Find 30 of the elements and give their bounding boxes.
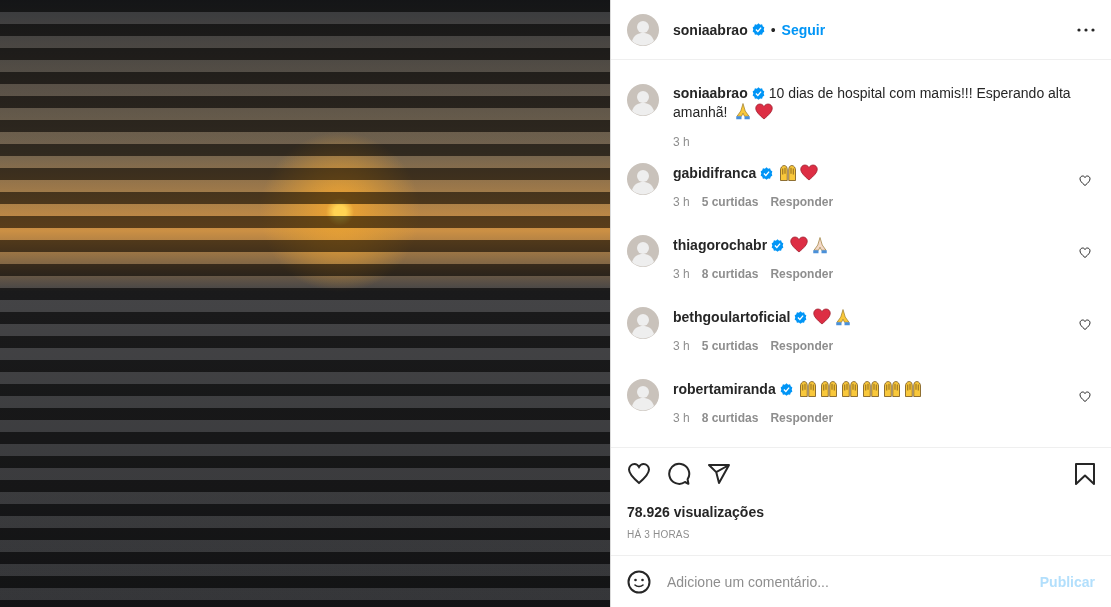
like-heart-icon[interactable] [627, 462, 651, 486]
more-options-icon[interactable] [1077, 27, 1095, 32]
comment-input-field[interactable]: Adicione um comentário... [665, 572, 1026, 591]
separator-dot: • [770, 21, 776, 38]
reply-link[interactable]: Responder [770, 411, 834, 425]
post-date: HÁ 3 HORAS [627, 529, 691, 540]
username-link[interactable]: gabidifranca [673, 165, 757, 181]
username-link[interactable]: bethgoulartoficial [673, 309, 791, 325]
username-link[interactable]: soniaabrao [673, 21, 748, 38]
post-time: 3 h [673, 135, 690, 149]
likes-count-link[interactable]: 5 curtidas [701, 339, 759, 353]
emoji-smiley-icon[interactable] [627, 569, 651, 594]
likes-count-link[interactable]: 8 curtidas [701, 411, 759, 425]
likes-count-link[interactable]: 5 curtidas [701, 195, 759, 209]
comment-icon[interactable] [667, 462, 691, 486]
likes-count-link[interactable]: 8 curtidas [701, 267, 759, 281]
comment-time: 3 h [673, 267, 690, 281]
views-count: 78.926 visualizações [627, 504, 765, 520]
follow-link[interactable]: Seguir [781, 21, 826, 38]
username-link[interactable]: thiagorochabr [673, 237, 768, 253]
bookmark-icon[interactable] [1075, 463, 1095, 485]
reply-link[interactable]: Responder [770, 267, 834, 281]
caption-text: soniaabrao 10 dias de hospital com mamis!!! Esperando alta amanhã! [673, 84, 1072, 121]
reply-link[interactable]: Responder [770, 195, 834, 209]
comment-time: 3 h [673, 195, 690, 209]
comment-time: 3 h [673, 339, 690, 353]
comment-time: 3 h [673, 411, 690, 425]
share-icon[interactable] [707, 462, 731, 486]
username-link[interactable]: robertamiranda [673, 381, 776, 397]
reply-link[interactable]: Responder [770, 339, 834, 353]
